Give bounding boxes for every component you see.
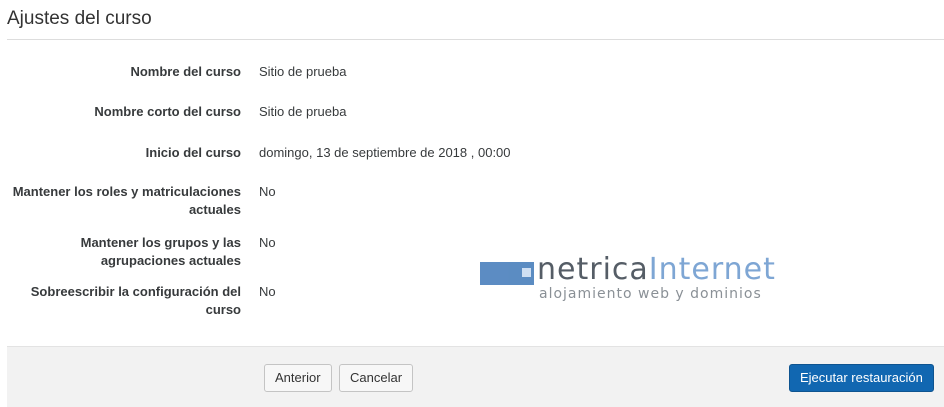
setting-value: domingo, 13 de septiembre de 2018 , 00:0… [259,145,511,160]
setting-value: Sitio de prueba [259,104,347,119]
setting-value: Sitio de prueba [259,64,347,79]
watermark-brand: netricaInternet [537,252,776,287]
previous-button[interactable]: Anterior [264,364,332,392]
watermark-tagline: alojamiento web y dominios [539,286,762,302]
section-title: Ajustes del curso [7,8,152,29]
restore-settings-page: Ajustes del curso Nombre del curso Sitio… [0,0,944,407]
setting-value: No [259,284,276,299]
setting-label: Nombre del curso [130,64,241,79]
setting-label: Mantener los roles y matriculaciones act… [12,184,241,217]
setting-value: No [259,184,276,199]
setting-label: Inicio del curso [145,145,241,160]
netrica-watermark-logo: netricaInternet alojamiento web y domini… [480,253,820,305]
cancel-button[interactable]: Cancelar [339,364,414,392]
section-divider [7,39,944,40]
form-footer: Anterior Cancelar Ejecutar restauración [7,346,944,407]
execute-restore-button[interactable]: Ejecutar restauración [789,364,934,392]
setting-label: Nombre corto del curso [94,104,241,119]
setting-value: No [259,235,276,250]
watermark-logo-bar-icon [480,262,534,285]
setting-label: Mantener los grupos y las agrupaciones a… [80,235,241,268]
setting-label: Sobreescribir la configuración del curso [30,284,241,317]
